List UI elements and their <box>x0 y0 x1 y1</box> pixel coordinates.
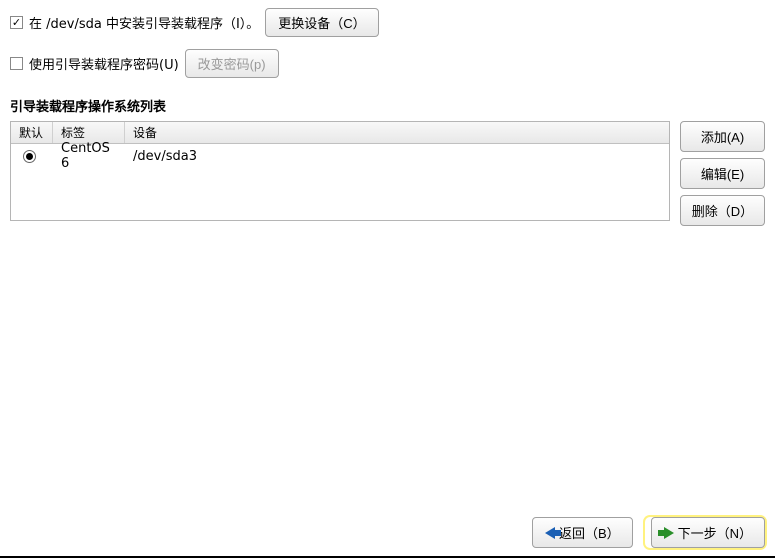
delete-button[interactable]: 删除（D） <box>680 195 765 226</box>
edit-button[interactable]: 编辑(E) <box>680 158 765 189</box>
install-bootloader-checkbox[interactable] <box>10 16 23 29</box>
col-default[interactable]: 默认 <box>11 122 53 143</box>
row-device: /dev/sda3 <box>125 149 669 164</box>
side-buttons: 添加(A) 编辑(E) 删除（D） <box>680 121 765 226</box>
back-label: 返回（B） <box>559 523 620 542</box>
row-default-radio-cell <box>11 150 53 163</box>
next-button-highlight: 下一步（N） <box>645 517 765 548</box>
arrow-right-icon <box>664 527 674 539</box>
change-password-button: 改变密码(p) <box>185 49 279 78</box>
footer: 返回（B） 下一步（N） <box>526 517 765 548</box>
table-row[interactable]: CentOS 6 /dev/sda3 <box>11 144 669 168</box>
os-table: 默认 标签 设备 CentOS 6 /dev/sda3 <box>10 121 670 221</box>
install-bootloader-row: 在 /dev/sda 中安装引导装载程序（I）。 更换设备（C） <box>10 8 765 37</box>
col-device[interactable]: 设备 <box>125 122 669 143</box>
install-bootloader-label: 在 /dev/sda 中安装引导装载程序（I）。 <box>29 13 259 32</box>
row-label: CentOS 6 <box>53 141 125 171</box>
col-label[interactable]: 标签 <box>53 122 125 143</box>
change-device-button[interactable]: 更换设备（C） <box>265 8 378 37</box>
arrow-left-icon <box>545 527 555 539</box>
use-password-label: 使用引导装载程序密码(U) <box>29 54 179 73</box>
next-button[interactable]: 下一步（N） <box>651 517 765 548</box>
os-list-title: 引导装载程序操作系统列表 <box>10 96 765 115</box>
back-button[interactable]: 返回（B） <box>532 517 633 548</box>
add-button[interactable]: 添加(A) <box>680 121 765 152</box>
use-password-row: 使用引导装载程序密码(U) 改变密码(p) <box>10 49 765 78</box>
use-password-checkbox[interactable] <box>10 57 23 70</box>
default-radio[interactable] <box>23 150 36 163</box>
next-label: 下一步（N） <box>678 523 752 542</box>
